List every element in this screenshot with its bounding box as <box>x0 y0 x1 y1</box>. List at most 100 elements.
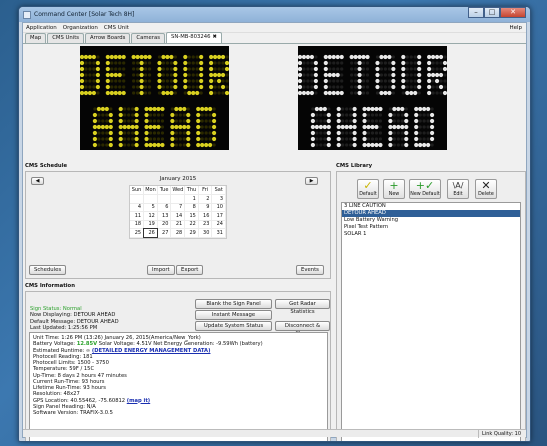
update-status-button[interactable]: Update System Status <box>195 321 272 331</box>
calendar-day[interactable]: 3 <box>211 194 226 204</box>
close-button[interactable]: ✕ <box>500 7 526 18</box>
list-item[interactable]: DETOUR AHEAD <box>342 210 520 217</box>
calendar-day[interactable]: 14 <box>170 211 186 221</box>
menu-help[interactable]: Help <box>509 25 522 31</box>
next-month-button[interactable]: ▶ <box>305 177 318 185</box>
sign-pixel-lit <box>212 130 217 136</box>
calendar-day[interactable]: 8 <box>184 203 199 212</box>
sign-pixel-off <box>345 119 349 123</box>
calendar-day[interactable]: 13 <box>157 211 172 221</box>
calendar-day[interactable]: 16 <box>198 211 213 221</box>
minimize-button[interactable]: – <box>468 7 484 18</box>
calendar-day[interactable]: 4 <box>130 203 145 212</box>
sign-pixel-off <box>127 107 131 111</box>
sign-pixel-lit <box>313 78 318 84</box>
calendar-day[interactable]: 9 <box>198 203 213 212</box>
sign-pixel-lit <box>298 84 303 90</box>
sign-pixel-off <box>182 143 186 147</box>
status-summary: Sign Status: Normal Now Displaying: DETO… <box>30 306 119 331</box>
menu-organization[interactable]: Organization <box>63 25 98 31</box>
calendar-day[interactable]: 11 <box>130 211 145 221</box>
calendar-day[interactable]: 18 <box>130 220 145 229</box>
calendar-day[interactable]: 21 <box>170 220 186 229</box>
sign-pixel-lit <box>400 106 405 112</box>
sign-pixel-lit <box>117 72 122 78</box>
last-updated: Last Updated: 1:25:56 PM <box>30 324 98 331</box>
radar-stats-button[interactable]: Get Radar Statistics <box>275 299 330 315</box>
calendar-day[interactable]: 30 <box>198 228 213 238</box>
tab-arrow-boards[interactable]: Arrow Boards <box>85 33 131 43</box>
prev-month-button[interactable]: ◀ <box>31 177 44 185</box>
calendar-day[interactable]: 7 <box>170 203 186 212</box>
export-button[interactable]: Export <box>176 265 204 275</box>
disconnect-close-button[interactable]: Disconnect & Close <box>275 321 330 337</box>
instant-message-button[interactable]: Instant Message <box>195 310 272 320</box>
calendar-day[interactable]: 20 <box>157 220 172 229</box>
list-item[interactable]: SOLAR 1 <box>342 231 520 238</box>
sign-pixel-lit <box>305 90 311 96</box>
sign-pixel-lit <box>401 72 406 78</box>
tab-unit[interactable]: SN-MB-803246 ✖ <box>165 32 222 43</box>
sign-pixel-off <box>143 79 148 83</box>
import-button[interactable]: Import <box>147 265 175 275</box>
new-default-button[interactable]: +✓ New Default <box>409 179 441 199</box>
calendar-day[interactable]: 19 <box>143 220 158 229</box>
edit-button[interactable]: \A/Edit <box>447 179 469 199</box>
list-item[interactable]: Low Battery Warning <box>342 217 520 224</box>
calendar-day[interactable]: 28 <box>170 228 186 238</box>
sign-pixel-lit <box>309 54 315 60</box>
sign-pixel-off <box>345 107 349 111</box>
energy-data-link[interactable]: (DETAILED ENERGY MANAGEMENT DATA) <box>92 348 211 354</box>
default-button[interactable]: ✓ Default <box>357 179 379 199</box>
calendar-day[interactable]: 10 <box>211 203 226 212</box>
calendar-day[interactable]: 12 <box>143 211 158 221</box>
blank-sign-button[interactable]: Blank the Sign Panel <box>195 299 272 309</box>
calendar-day[interactable]: 31 <box>211 228 226 238</box>
menu-application[interactable]: Application <box>26 25 57 31</box>
sign-pixel-lit <box>104 106 109 112</box>
sign-pixel-lit <box>117 90 122 96</box>
sign-pixel-off <box>435 91 439 95</box>
calendar-day[interactable]: 26 <box>142 227 159 238</box>
sign-pixel-lit <box>413 90 418 96</box>
calendar-day[interactable]: 2 <box>198 194 213 204</box>
list-item[interactable]: Pixel Test Pattern <box>342 224 520 231</box>
sign-pixel-off <box>200 113 204 117</box>
schedules-button[interactable]: Schedules <box>29 265 67 275</box>
tab-close-icon[interactable]: ✖ <box>213 34 217 40</box>
maximize-button[interactable]: □ <box>484 7 500 18</box>
list-item[interactable]: 3 LINE CAUTION <box>342 203 520 210</box>
sign-pixel-lit <box>366 106 371 112</box>
calendar-day[interactable]: 5 <box>143 203 158 212</box>
sign-pixel-lit <box>118 124 123 130</box>
calendar-day[interactable]: 29 <box>184 228 199 238</box>
new-button[interactable]: + New <box>383 179 405 199</box>
calendar-day[interactable]: 27 <box>157 228 172 238</box>
sign-pixel-lit <box>434 72 440 78</box>
calendar-day[interactable]: 25 <box>130 228 145 238</box>
title-bar[interactable]: Command Center [Solar Tech 8H] – □ ✕ <box>19 7 530 22</box>
delete-button[interactable]: ✕ Delete <box>475 179 497 199</box>
tab-map[interactable]: Map <box>25 33 47 43</box>
menu-cms-unit[interactable]: CMS Unit <box>104 25 129 31</box>
sign-pixel-off <box>302 67 306 71</box>
sign-pixel-lit <box>209 84 214 90</box>
sign-pixel-lit <box>169 90 174 96</box>
tab-cameras[interactable]: Cameras <box>131 33 165 43</box>
sign-pixel-off <box>353 79 358 83</box>
calendar-day[interactable]: 6 <box>157 203 172 212</box>
calendar-day[interactable]: 1 <box>184 194 199 204</box>
map-it-link[interactable]: (map it) <box>127 398 150 404</box>
sign-pixel-off <box>400 119 404 123</box>
sign-pixel-off <box>212 107 216 111</box>
calendar-day[interactable]: 17 <box>211 211 226 221</box>
calendar-day[interactable]: 22 <box>184 220 199 229</box>
tab-cms-units[interactable]: CMS Units <box>47 33 85 43</box>
events-button[interactable]: Events <box>296 265 324 275</box>
library-heading: CMS Library <box>336 163 373 169</box>
calendar-day[interactable]: 15 <box>184 211 199 221</box>
sign-pixel-lit <box>209 90 214 96</box>
sign-pixel-off <box>157 91 162 95</box>
calendar-day[interactable]: 23 <box>198 220 213 229</box>
calendar-day[interactable]: 24 <box>211 220 226 229</box>
